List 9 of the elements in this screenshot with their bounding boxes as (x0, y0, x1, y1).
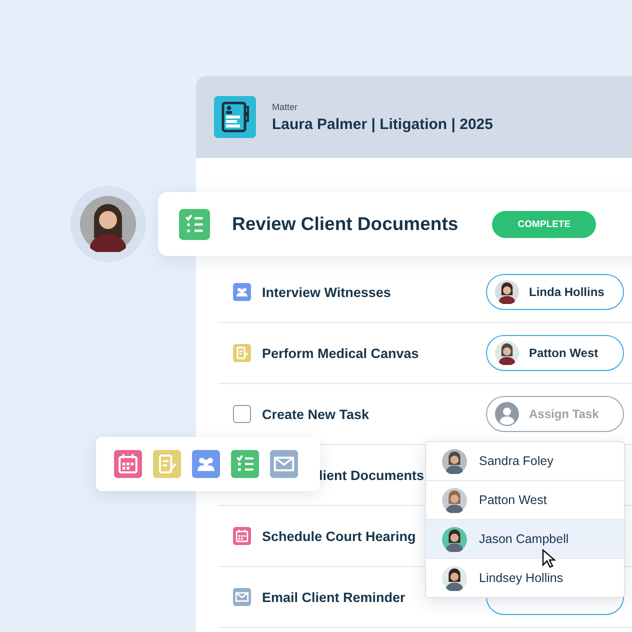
task-title: lient Documents (319, 468, 424, 482)
task-title: Email Client Reminder (262, 590, 406, 604)
matter-title: Laura Palmer | Litigation | 2025 (272, 116, 493, 132)
task-title: Perform Medical Canvas (262, 346, 419, 360)
task-title: Schedule Court Hearing (262, 528, 416, 544)
task-title: Create New Task (262, 406, 370, 422)
matter-label: Matter (272, 102, 299, 112)
task-title: Review Client Documents (232, 213, 458, 235)
task-title: Interview Witnesses (262, 284, 391, 300)
